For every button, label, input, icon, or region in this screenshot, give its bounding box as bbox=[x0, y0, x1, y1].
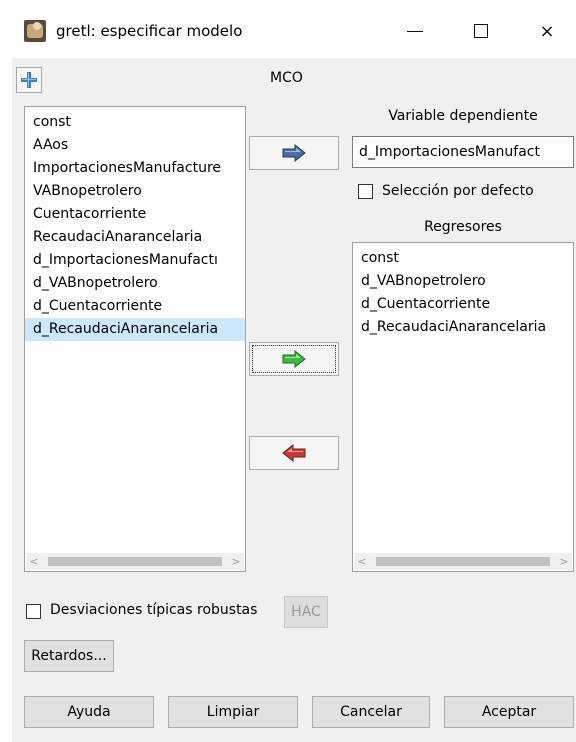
maximize-icon bbox=[474, 24, 488, 38]
list-item[interactable]: d_VABnopetrolero bbox=[353, 270, 573, 293]
default-selection-label: Selección por defecto bbox=[382, 183, 534, 199]
help-button[interactable]: Ayuda bbox=[24, 696, 154, 728]
minimize-button[interactable] bbox=[392, 14, 438, 48]
window-title: gretl: especificar modelo bbox=[56, 22, 243, 40]
horizontal-scrollbar[interactable]: < > bbox=[26, 553, 244, 570]
model-spec-dialog: gretl: especificar modelo × MCO const AA… bbox=[12, 0, 576, 742]
close-icon: × bbox=[539, 20, 555, 42]
default-selection-checkbox[interactable] bbox=[358, 184, 373, 199]
list-item[interactable]: d_ImportacionesManufactı bbox=[25, 249, 245, 272]
dependent-variable-field[interactable]: d_ImportacionesManufact bbox=[352, 136, 574, 168]
close-button[interactable]: × bbox=[524, 14, 570, 48]
maximize-button[interactable] bbox=[458, 14, 504, 48]
add-regressor-button[interactable] bbox=[249, 342, 339, 376]
list-item-selected[interactable]: d_RecaudaciAnarancelaria bbox=[25, 318, 245, 341]
estimation-method-label: MCO bbox=[270, 70, 303, 86]
cancel-button[interactable]: Cancelar bbox=[312, 696, 430, 728]
scroll-left-icon[interactable]: < bbox=[354, 553, 370, 570]
minimize-icon bbox=[407, 30, 423, 32]
list-item[interactable]: const bbox=[25, 111, 245, 134]
list-item[interactable]: d_VABnopetrolero bbox=[25, 272, 245, 295]
scrollbar-thumb[interactable] bbox=[48, 557, 222, 566]
title-bar: gretl: especificar modelo × bbox=[12, 0, 576, 58]
gretl-app-icon bbox=[24, 20, 46, 42]
list-item[interactable]: RecaudaciAnarancelaria bbox=[25, 226, 245, 249]
hac-button[interactable]: HAC bbox=[284, 596, 328, 628]
clear-button[interactable]: Limpiar bbox=[168, 696, 298, 728]
arrow-right-blue-icon bbox=[282, 144, 306, 162]
remove-regressor-button[interactable] bbox=[249, 436, 339, 470]
arrow-left-red-icon bbox=[282, 444, 306, 462]
list-item[interactable]: ImportacionesManufacture bbox=[25, 157, 245, 180]
arrow-right-green-icon bbox=[282, 350, 306, 368]
horizontal-scrollbar[interactable]: < > bbox=[354, 553, 572, 570]
list-item[interactable]: Cuentacorriente bbox=[25, 203, 245, 226]
set-dependent-button[interactable] bbox=[249, 136, 339, 170]
list-item[interactable]: AAos bbox=[25, 134, 245, 157]
robust-errors-label: Desviaciones típicas robustas bbox=[50, 602, 258, 618]
scroll-right-icon[interactable]: > bbox=[228, 553, 244, 570]
available-variables-list[interactable]: const AAos ImportacionesManufacture VABn… bbox=[24, 106, 246, 572]
list-item[interactable]: const bbox=[353, 247, 573, 270]
add-variable-button[interactable] bbox=[16, 67, 42, 93]
robust-errors-checkbox[interactable] bbox=[26, 604, 41, 619]
list-item[interactable]: d_Cuentacorriente bbox=[25, 295, 245, 318]
regressors-label: Regresores bbox=[424, 219, 502, 235]
list-item[interactable]: d_RecaudaciAnarancelaria bbox=[353, 316, 573, 339]
plus-icon bbox=[21, 72, 37, 88]
scrollbar-thumb[interactable] bbox=[376, 557, 550, 566]
scroll-right-icon[interactable]: > bbox=[556, 553, 572, 570]
scroll-left-icon[interactable]: < bbox=[26, 553, 42, 570]
list-item[interactable]: d_Cuentacorriente bbox=[353, 293, 573, 316]
ok-button[interactable]: Aceptar bbox=[444, 696, 574, 728]
dependent-variable-label: Variable dependiente bbox=[388, 108, 538, 124]
regressors-list[interactable]: const d_VABnopetrolero d_Cuentacorriente… bbox=[352, 242, 574, 572]
list-item[interactable]: VABnopetrolero bbox=[25, 180, 245, 203]
lags-button[interactable]: Retardos... bbox=[24, 640, 114, 672]
